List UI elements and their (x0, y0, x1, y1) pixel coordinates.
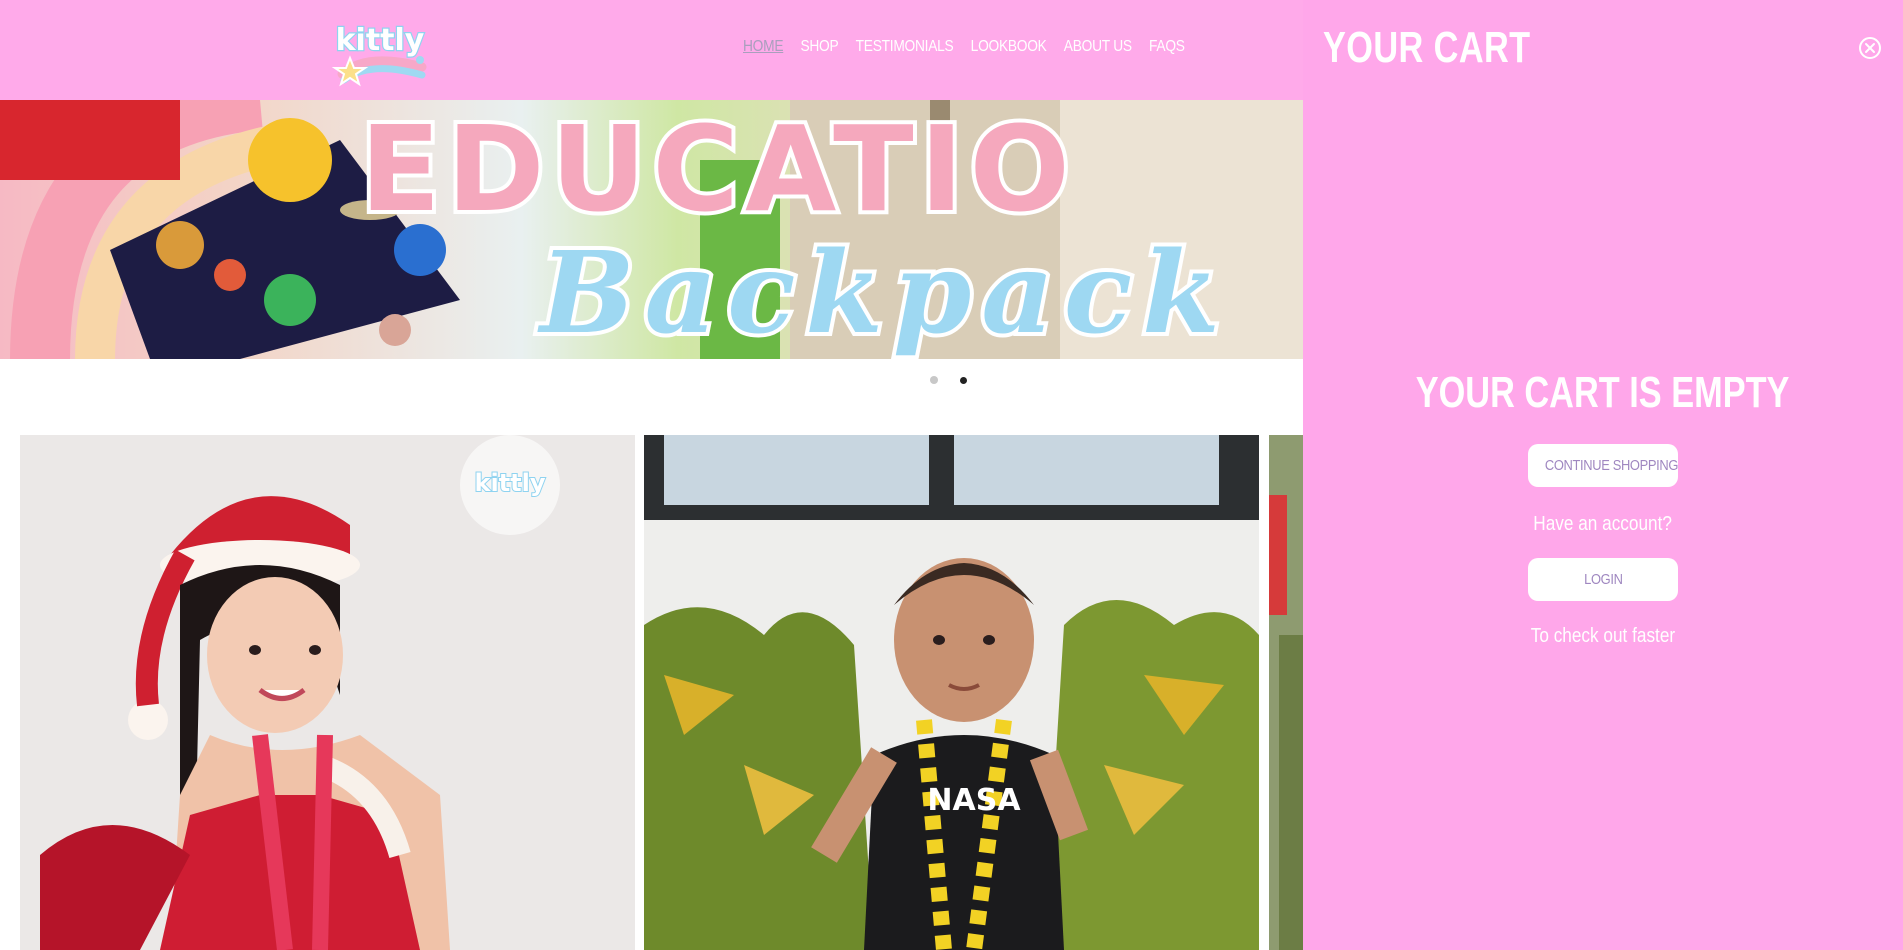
login-label: LOGIN (1583, 571, 1623, 588)
product-photo-toddler: NASA (644, 435, 1259, 950)
shirt-nasa-text: NASA (927, 783, 1021, 818)
cart-drawer: YOUR CART YOUR CART IS EMPTY CONTINUE SH… (1303, 0, 1903, 950)
nav-testimonials[interactable]: TESTIMONIALS (856, 38, 954, 56)
product-card-2[interactable]: NASA (644, 435, 1259, 950)
nav-faqs[interactable]: FAQS (1149, 38, 1185, 56)
slider-dot-2[interactable] (960, 376, 967, 384)
close-icon[interactable] (1859, 37, 1881, 59)
empty-cart-title: YOUR CART IS EMPTY (1416, 368, 1790, 417)
nav-lookbook[interactable]: LOOKBOOK (971, 38, 1047, 56)
checkout-hint: To check out faster (1530, 625, 1676, 647)
continue-shopping-button[interactable]: CONTINUE SHOPPING (1528, 444, 1678, 487)
slider-dots (930, 376, 967, 384)
logo-text: kittly (336, 23, 425, 58)
empty-cart-section: YOUR CART IS EMPTY CONTINUE SHOPPING Hav… (1303, 368, 1903, 648)
hero-artwork: EDUCATIO Backpack (0, 100, 1303, 359)
hero-banner[interactable]: EDUCATIO Backpack (0, 100, 1303, 359)
main-nav: HOME SHOP TESTIMONIALS LOOKBOOK ABOUT US… (743, 38, 1185, 56)
slider-dot-1[interactable] (930, 376, 938, 384)
kittly-logo[interactable]: kittly (322, 12, 432, 88)
cart-title: YOUR CART (1323, 23, 1531, 72)
login-button[interactable]: LOGIN (1528, 558, 1678, 601)
product-photo-girl-santa: kittly (20, 435, 635, 950)
product-card-1[interactable]: kittly (20, 435, 635, 950)
continue-shopping-label: CONTINUE SHOPPING (1544, 457, 1679, 474)
nav-shop[interactable]: SHOP (800, 38, 838, 56)
account-prompt: Have an account? (1533, 513, 1673, 535)
hero-headline-backpack: Backpack (537, 228, 1230, 359)
product-badge-logo: kittly (474, 469, 545, 497)
hero-headline-education: EDUCATIO (360, 100, 1076, 238)
nav-about-us[interactable]: ABOUT US (1064, 38, 1132, 56)
nav-home[interactable]: HOME (743, 38, 784, 56)
